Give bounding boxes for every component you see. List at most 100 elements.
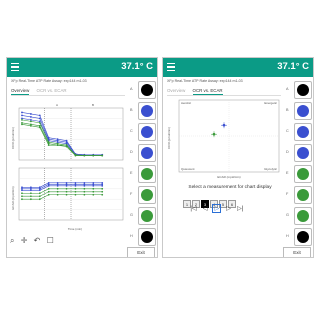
well-g[interactable]: G — [130, 206, 156, 227]
ecar-chart-series-line — [21, 191, 103, 197]
ecar-chart-data-point — [74, 184, 77, 187]
tab-overview[interactable]: Overview — [167, 88, 185, 94]
ecar-chart-data-point — [56, 190, 59, 193]
well-button[interactable] — [294, 144, 312, 162]
zoom-in-icon[interactable]: ⌕ — [10, 236, 14, 245]
injection-b-label: B — [92, 103, 94, 107]
ecar-chart-data-point — [65, 193, 68, 196]
tab-overview[interactable]: Overview — [11, 88, 30, 95]
well-status-dot — [297, 168, 309, 180]
well-f[interactable]: F — [130, 185, 156, 206]
well-button[interactable] — [294, 186, 312, 204]
pan-move-icon[interactable]: ✛ — [21, 236, 28, 245]
ecar-chart-data-point — [38, 189, 41, 192]
well-button[interactable] — [294, 102, 312, 120]
well-c[interactable]: C — [130, 122, 156, 143]
next-icon[interactable]: ▷ — [224, 205, 233, 214]
exit-button[interactable]: Exit — [127, 247, 155, 257]
reset-zoom-icon[interactable]: ☐ — [47, 236, 54, 245]
well-button[interactable] — [138, 186, 156, 204]
menu-icon[interactable] — [167, 63, 175, 73]
top-bar: 37.1° C — [163, 58, 313, 77]
temperature-readout: 37.1° C — [277, 61, 309, 72]
menu-icon[interactable] — [11, 63, 19, 73]
ecar-chart-data-point — [21, 198, 23, 201]
well-b[interactable]: B — [286, 101, 312, 122]
ocr-y-label: OCR (pmol/min) — [11, 127, 15, 149]
well-label: G — [130, 213, 133, 217]
ecar-chart-series-line — [21, 188, 103, 194]
ocr-chart-series-line — [21, 118, 103, 156]
ecar-chart-data-point — [29, 189, 32, 192]
kinetic-charts[interactable]: OCR (pmol/min) ECAR (mpH/min) Time (min)… — [9, 98, 127, 233]
well-status-dot — [297, 105, 309, 117]
well-b[interactable]: B — [130, 101, 156, 122]
quadrant-label-glycolytic: Glycolytic — [264, 167, 277, 171]
well-c[interactable]: C — [286, 122, 312, 143]
well-button[interactable] — [138, 207, 156, 225]
well-button[interactable] — [138, 123, 156, 141]
well-button[interactable] — [138, 165, 156, 183]
well-status-dot — [297, 189, 309, 201]
ecar-chart-data-point — [74, 190, 77, 193]
well-status-dot — [297, 147, 309, 159]
ecar-chart-data-point — [47, 190, 50, 193]
well-button[interactable] — [294, 228, 312, 246]
well-label: F — [130, 192, 133, 196]
ocr-chart-data-point — [74, 154, 77, 157]
exit-button[interactable]: Exit — [283, 247, 311, 257]
previous-icon[interactable]: ◁ — [201, 205, 210, 214]
well-h[interactable]: H — [286, 227, 312, 248]
measurement-navigation: |◁ ◁ ▷ ▷ ▷| — [189, 204, 246, 214]
well-f[interactable]: F — [286, 185, 312, 206]
well-button[interactable] — [294, 207, 312, 225]
well-d[interactable]: D — [286, 143, 312, 164]
ocr-chart-data-point — [101, 154, 104, 157]
tab-ocr-vs-ecar[interactable]: OCR vs. ECAR — [37, 88, 67, 94]
well-label: D — [130, 150, 133, 154]
energy-map-chart[interactable]: Aerobic Energetic Quiescent Glycolytic E… — [165, 98, 283, 180]
ecar-chart-series-line — [21, 182, 103, 188]
well-button[interactable] — [138, 81, 156, 99]
well-e[interactable]: E — [286, 164, 312, 185]
well-a[interactable]: A — [130, 80, 156, 101]
last-icon[interactable]: ▷| — [236, 205, 245, 214]
ocr-chart-data-point — [65, 145, 68, 148]
well-label: H — [286, 234, 289, 238]
undo-icon[interactable]: ↶ — [34, 236, 41, 245]
ocr-chart-data-point — [29, 116, 32, 118]
ecar-chart-data-point — [92, 190, 95, 193]
y-axis-label: OCR (pmol/min) — [167, 127, 171, 149]
play-icon[interactable]: ▷ — [212, 204, 222, 213]
well-button[interactable] — [138, 102, 156, 120]
well-button[interactable] — [294, 123, 312, 141]
well-d[interactable]: D — [130, 143, 156, 164]
well-button[interactable] — [138, 144, 156, 162]
tab-divider — [11, 95, 125, 96]
well-status-dot — [141, 126, 153, 138]
well-label: C — [130, 129, 133, 133]
overview-panel: 37.1° C XFp Real-Time ATP Rate Assay: ex… — [6, 57, 158, 258]
ecar-chart-data-point — [101, 187, 104, 190]
injection-a-label: A — [56, 103, 58, 107]
well-status-dot — [141, 168, 153, 180]
well-label: A — [286, 87, 289, 91]
tab-bar: Overview OCR vs. ECAR — [11, 88, 73, 95]
well-button[interactable] — [294, 81, 312, 99]
well-button[interactable] — [138, 228, 156, 246]
ecar-chart-data-point — [21, 192, 23, 195]
well-e[interactable]: E — [130, 164, 156, 185]
well-a[interactable]: A — [286, 80, 312, 101]
ecar-chart-data-point — [38, 198, 41, 201]
ecar-chart-data-point — [21, 189, 23, 192]
tab-ocr-vs-ecar[interactable]: OCR vs. ECAR — [192, 88, 223, 95]
first-icon[interactable]: |◁ — [189, 205, 198, 214]
well-button[interactable] — [294, 165, 312, 183]
well-label: B — [130, 108, 133, 112]
scatter-point — [212, 132, 216, 136]
ecar-chart-data-point — [29, 195, 32, 198]
ecar-chart-series-line — [21, 185, 103, 191]
well-g[interactable]: G — [286, 206, 312, 227]
ecar-chart-data-point — [38, 192, 41, 195]
well-h[interactable]: H — [130, 227, 156, 248]
